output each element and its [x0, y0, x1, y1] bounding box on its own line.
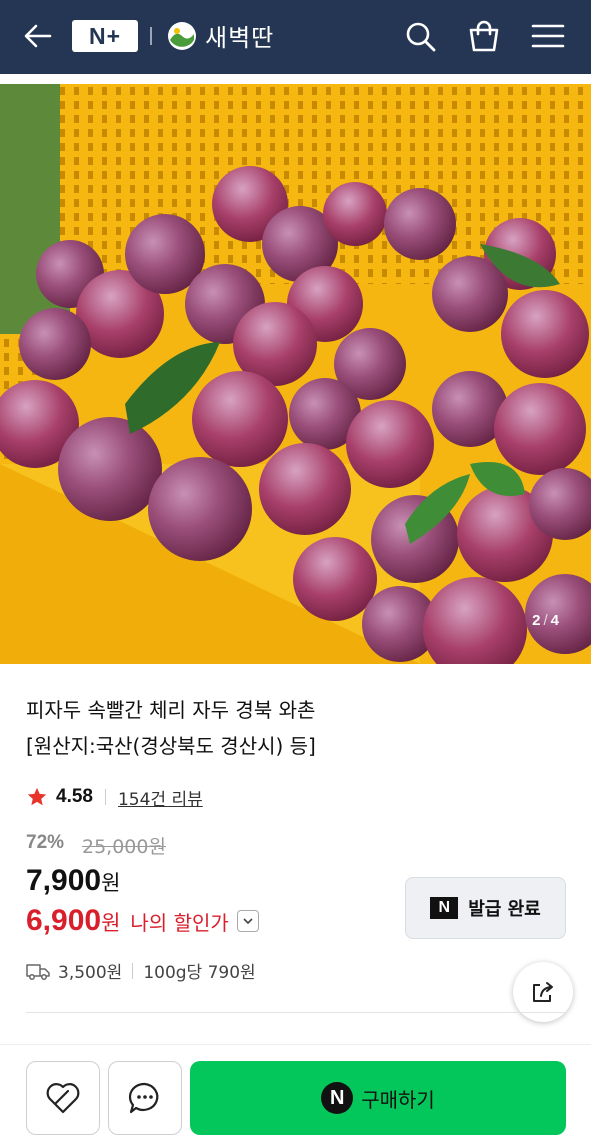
sale-price: 7,900원: [26, 864, 120, 898]
top-header: N+ 새벽딴: [0, 0, 591, 74]
shopping-bag-icon[interactable]: [466, 18, 502, 54]
gallery-total: 4: [550, 612, 559, 629]
original-price: 25,000원: [82, 836, 166, 858]
rating-score: 4.58: [56, 786, 93, 807]
delivery-divider: [132, 962, 134, 979]
review-count-link[interactable]: 154건 리뷰: [118, 785, 203, 810]
shipping-fee: 3,500원: [58, 963, 123, 983]
menu-icon[interactable]: [530, 18, 566, 54]
product-title-line2: [원산지:국산(경상북도 경산시) 등]: [26, 734, 316, 758]
naver-plus-badge[interactable]: N+: [72, 20, 138, 52]
product-image-gallery[interactable]: [0, 84, 591, 664]
chevron-down-icon[interactable]: [236, 910, 259, 932]
star-icon: [27, 787, 47, 806]
store-name[interactable]: 새벽딴: [205, 18, 274, 53]
plums-in-crate-image: [0, 84, 591, 664]
naver-n-badge: N: [430, 897, 459, 919]
header-divider: [150, 27, 152, 45]
sale-price-unit: 원: [101, 871, 121, 895]
unit-price: 100g당 790원: [143, 963, 256, 983]
my-price-label: 나의 할인가: [130, 911, 229, 935]
gallery-page-counter: 2/4: [532, 612, 559, 629]
back-arrow-icon[interactable]: [22, 20, 54, 52]
truck-icon: [26, 963, 50, 980]
buy-now-label: 구매하기: [361, 1087, 435, 1112]
naver-pay-n-icon: N: [321, 1082, 354, 1114]
search-icon[interactable]: [402, 18, 438, 54]
share-icon: [533, 982, 553, 1002]
my-discount-price[interactable]: 6,900 원 나의 할인가: [26, 904, 259, 938]
share-button[interactable]: [513, 962, 573, 1022]
rating-divider: [104, 789, 106, 805]
delivery-info: 3,500원 100g당 790원: [26, 958, 256, 983]
buy-now-button[interactable]: N 구매하기: [190, 1061, 566, 1135]
chat-bubble-icon: [128, 1082, 159, 1114]
heart-icon: [46, 1083, 80, 1114]
rating-row: 4.58 154건 리뷰: [26, 784, 203, 810]
talk-chat-button[interactable]: [108, 1061, 182, 1135]
product-title: 피자두 속빨간 체리 자두 경북 와촌 [원산지:국산(경상북도 경산시) 등]: [26, 692, 566, 764]
coupon-label: 발급 완료: [468, 899, 541, 920]
gallery-separator: /: [543, 612, 548, 629]
my-price-unit: 원: [101, 911, 121, 935]
gallery-current: 2: [532, 612, 541, 629]
product-title-line1: 피자두 속빨간 체리 자두 경북 와촌: [26, 698, 316, 722]
section-divider: [26, 1012, 566, 1013]
discount-rate: 72%: [26, 832, 65, 853]
my-price-value: 6,900: [26, 904, 102, 937]
store-logo-icon[interactable]: [166, 20, 198, 52]
wishlist-button[interactable]: [26, 1061, 100, 1135]
coupon-issued-button[interactable]: N 발급 완료: [405, 877, 566, 939]
sale-price-value: 7,900: [26, 864, 102, 897]
